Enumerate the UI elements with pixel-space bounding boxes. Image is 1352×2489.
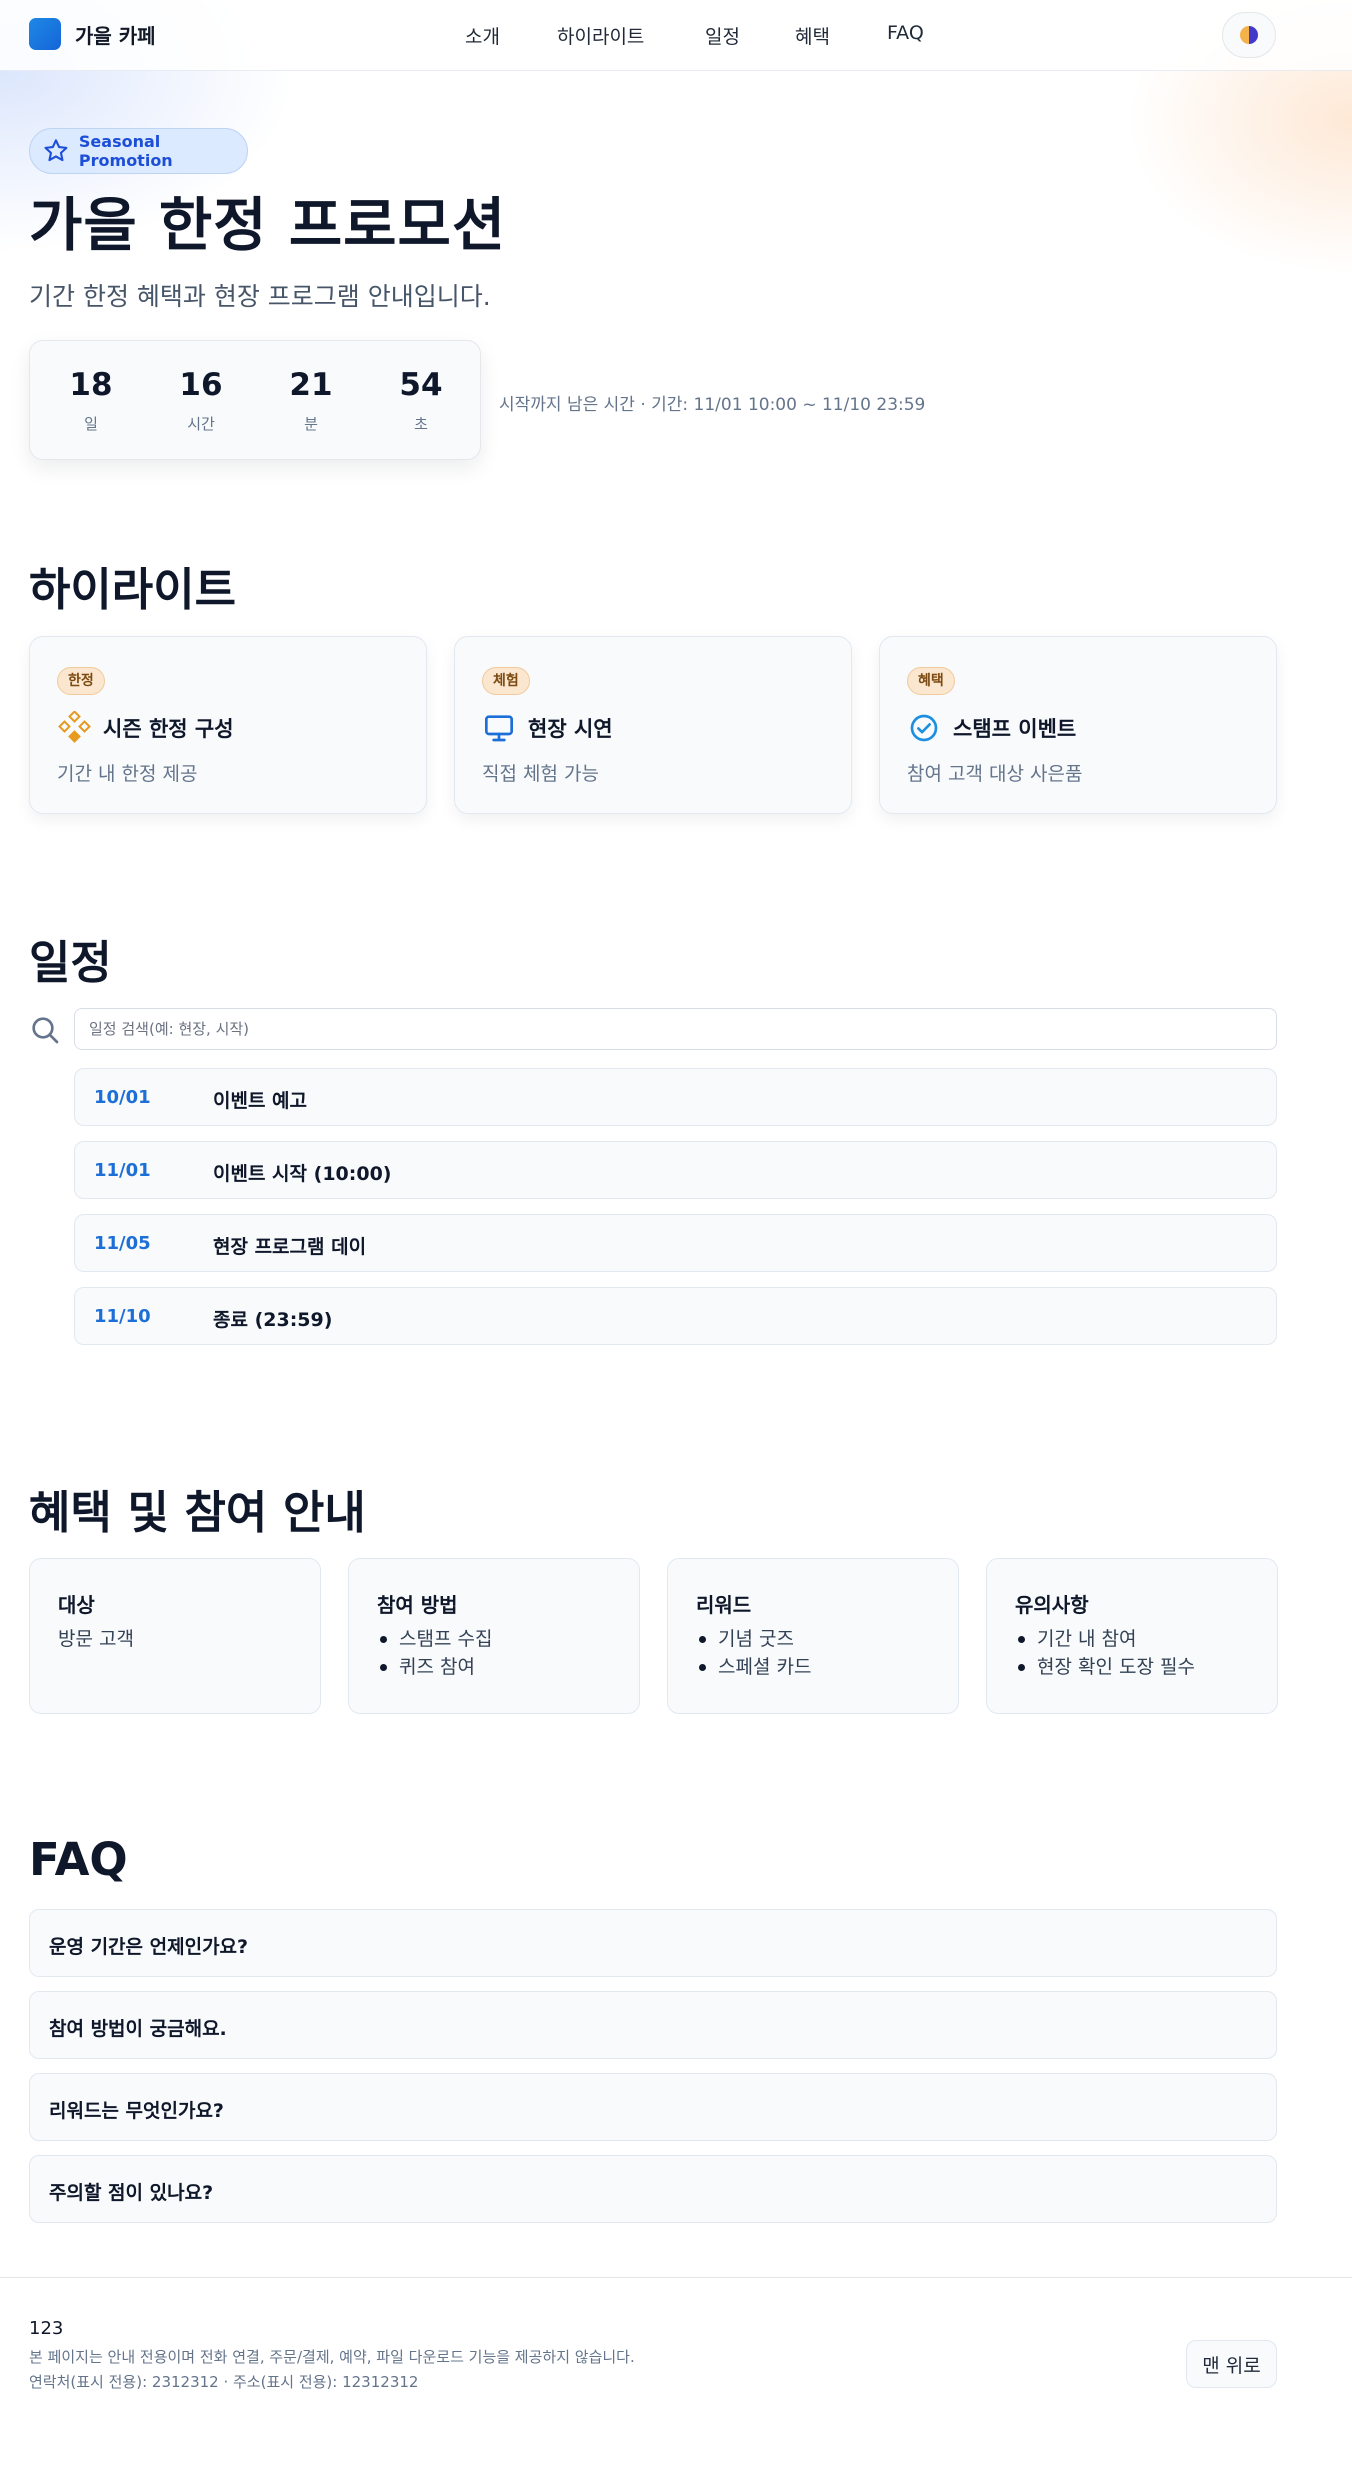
schedule-date: 11/10 [94, 1306, 151, 1327]
schedule-title: 일정 [29, 936, 112, 989]
nav-link-intro[interactable]: 소개 [465, 22, 500, 49]
highlight-tag: 혜택 [907, 667, 955, 695]
monitor-icon [482, 711, 516, 745]
theme-icon [1240, 26, 1258, 44]
countdown-value: 18 [69, 367, 113, 403]
countdown-days: 18 일 [36, 367, 146, 434]
faq-question: 참여 방법이 궁금해요. [49, 2018, 227, 2040]
countdown-value: 21 [289, 367, 333, 403]
highlight-title: 현장 시연 [528, 717, 613, 741]
highlight-card: 체험 현장 시연 직접 체험 가능 [454, 636, 852, 814]
highlight-desc: 참여 고객 대상 사은품 [907, 763, 1083, 785]
highlight-desc: 직접 체험 가능 [482, 763, 599, 785]
faq-item[interactable]: 운영 기간은 언제인가요? [29, 1909, 1277, 1977]
nav-link-benefits[interactable]: 혜택 [795, 22, 830, 49]
benefit-title: 참여 방법 [377, 1593, 458, 1617]
promotion-badge: Seasonal Promotion [29, 128, 248, 174]
site-header: 가을 카페 소개 하이라이트 일정 혜택 FAQ [0, 0, 1352, 71]
back-to-top-button[interactable]: 맨 위로 [1186, 2340, 1277, 2388]
highlight-tag: 한정 [57, 667, 105, 695]
benefit-card-target: 대상 방문 고객 [29, 1558, 321, 1714]
benefit-card-notes: 유의사항 기간 내 참여 현장 확인 도장 필수 [986, 1558, 1278, 1714]
schedule-row: 11/01 이벤트 시작 (10:00) [74, 1141, 1277, 1199]
benefit-list: 기간 내 참여 현장 확인 도장 필수 [1015, 1625, 1195, 1681]
benefit-title: 리워드 [696, 1593, 752, 1617]
main-nav: 소개 하이라이트 일정 혜택 FAQ [0, 22, 1352, 50]
highlight-card: 혜택 스탬프 이벤트 참여 고객 대상 사은품 [879, 636, 1277, 814]
faq-item[interactable]: 리워드는 무엇인가요? [29, 2073, 1277, 2141]
countdown-minutes: 21 분 [256, 367, 366, 434]
schedule-row: 10/01 이벤트 예고 [74, 1068, 1277, 1126]
countdown-unit: 초 [414, 415, 428, 433]
faq-item[interactable]: 참여 방법이 궁금해요. [29, 1991, 1277, 2059]
highlight-card: 한정 시즌 한정 구성 기간 내 한정 제공 [29, 636, 427, 814]
diamond-cluster-icon [57, 711, 91, 745]
schedule-search-input[interactable] [74, 1008, 1277, 1050]
benefit-list-item: 퀴즈 참여 [377, 1653, 492, 1681]
schedule-date: 10/01 [94, 1087, 151, 1108]
footer-name: 123 [29, 2318, 64, 2339]
benefits-title: 혜택 및 참여 안내 [29, 1486, 366, 1539]
highlight-desc: 기간 내 한정 제공 [57, 763, 198, 785]
schedule-date: 11/05 [94, 1233, 151, 1254]
countdown-value: 54 [399, 367, 443, 403]
benefit-list: 스탬프 수집 퀴즈 참여 [377, 1625, 492, 1681]
star-icon [44, 139, 68, 162]
benefit-list-item: 스페셜 카드 [696, 1653, 811, 1681]
highlight-tag: 체험 [482, 667, 530, 695]
countdown-note: 시작까지 남은 시간 · 기간: 11/01 10:00 ~ 11/10 23:… [499, 395, 926, 415]
page-title: 가을 한정 프로모션 [29, 191, 507, 259]
schedule-text: 이벤트 예고 [213, 1090, 308, 1112]
check-circle-icon [907, 711, 941, 745]
schedule-row: 11/10 종료 (23:59) [74, 1287, 1277, 1345]
faq-question: 주의할 점이 있나요? [49, 2182, 214, 2204]
nav-link-highlights[interactable]: 하이라이트 [557, 22, 644, 49]
schedule-text: 이벤트 시작 (10:00) [213, 1163, 392, 1185]
schedule-text: 종료 (23:59) [213, 1309, 333, 1331]
countdown-unit: 시간 [187, 415, 215, 433]
countdown-hours: 16 시간 [146, 367, 256, 434]
benefit-list-item: 스탬프 수집 [377, 1625, 492, 1653]
countdown-unit: 일 [84, 415, 98, 433]
highlights-title: 하이라이트 [29, 563, 237, 616]
highlight-title: 스탬프 이벤트 [953, 717, 1077, 741]
faq-item[interactable]: 주의할 점이 있나요? [29, 2155, 1277, 2223]
benefit-list: 기념 굿즈 스페셜 카드 [696, 1625, 811, 1681]
badge-label: Seasonal Promotion [78, 132, 173, 170]
schedule-row: 11/05 현장 프로그램 데이 [74, 1214, 1277, 1272]
schedule-text: 현장 프로그램 데이 [213, 1236, 367, 1258]
countdown-seconds: 54 초 [366, 367, 476, 434]
benefit-list-item: 현장 확인 도장 필수 [1015, 1653, 1195, 1681]
faq-title: FAQ [29, 1833, 128, 1886]
page-subtitle: 기간 한정 혜택과 현장 프로그램 안내입니다. [29, 282, 491, 311]
benefit-title: 유의사항 [1015, 1593, 1089, 1617]
nav-link-schedule[interactable]: 일정 [705, 22, 740, 49]
benefit-text: 방문 고객 [58, 1628, 134, 1650]
nav-link-faq[interactable]: FAQ [887, 22, 924, 44]
countdown-unit: 분 [304, 415, 318, 433]
faq-question: 운영 기간은 언제인가요? [49, 1936, 249, 1958]
footer-contact: 연락처(표시 전용): 2312312 · 주소(표시 전용): 1231231… [29, 2373, 419, 2391]
countdown-timer: 18 일 16 시간 21 분 54 초 [29, 340, 481, 460]
benefit-title: 대상 [58, 1593, 95, 1617]
highlight-title: 시즌 한정 구성 [103, 717, 234, 741]
benefit-list-item: 기념 굿즈 [696, 1625, 811, 1653]
footer-notice: 본 페이지는 안내 전용이며 전화 연결, 주문/결제, 예약, 파일 다운로드… [29, 2348, 635, 2366]
benefit-card-how-to: 참여 방법 스탬프 수집 퀴즈 참여 [348, 1558, 640, 1714]
benefit-list-item: 기간 내 참여 [1015, 1625, 1195, 1653]
faq-question: 리워드는 무엇인가요? [49, 2100, 224, 2122]
schedule-date: 11/01 [94, 1160, 151, 1181]
benefit-card-reward: 리워드 기념 굿즈 스페셜 카드 [667, 1558, 959, 1714]
theme-toggle-button[interactable] [1222, 12, 1276, 58]
search-icon [32, 1017, 59, 1044]
countdown-value: 16 [179, 367, 223, 403]
